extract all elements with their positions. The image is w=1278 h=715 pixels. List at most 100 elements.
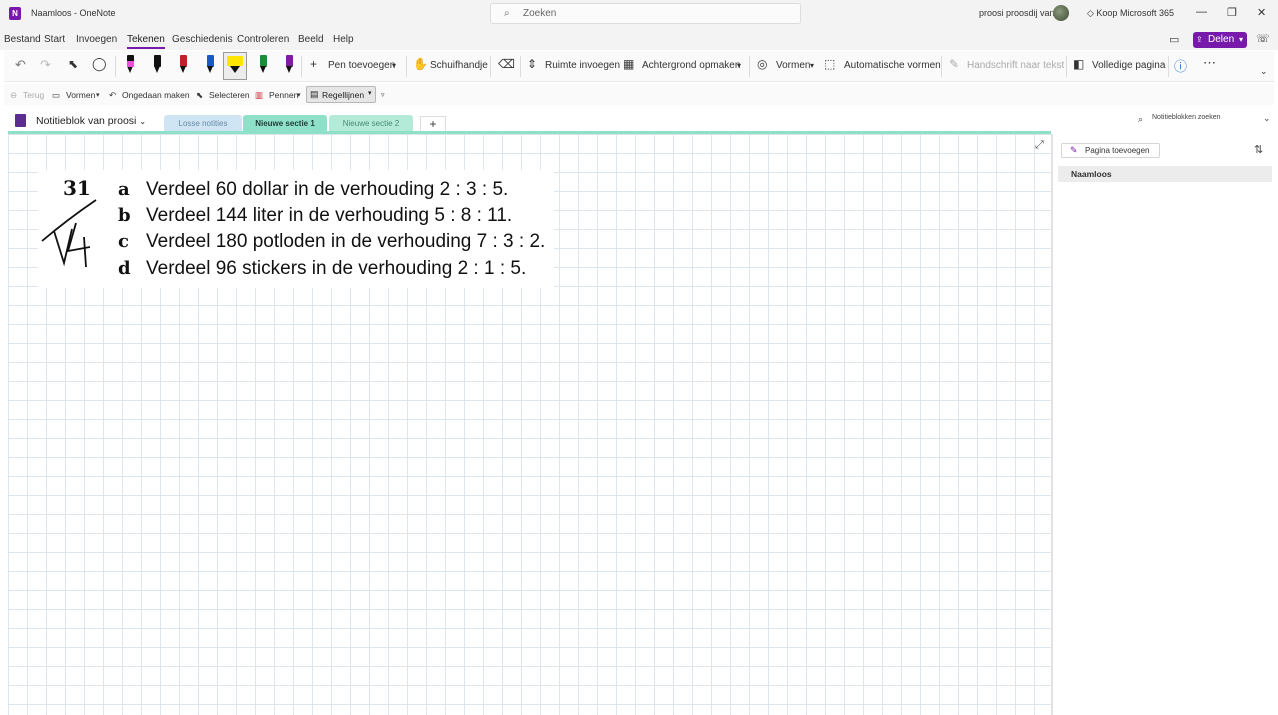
chevron-down-icon: ▾: [368, 90, 372, 97]
add-page-label: Pagina toevoegen: [1085, 146, 1150, 155]
undo-icon[interactable]: ↶: [15, 57, 26, 73]
add-pen-button[interactable]: Pen toevoegen: [328, 60, 395, 71]
section-tab-losse-notities[interactable]: Losse notities: [164, 115, 242, 132]
undo-button[interactable]: Ongedaan maken: [122, 90, 190, 100]
select-pointer-icon[interactable]: ⬉: [68, 57, 78, 71]
insert-space-button[interactable]: Ruimte invoegen: [545, 60, 620, 71]
divider: [520, 56, 521, 77]
pen-1[interactable]: [124, 55, 136, 75]
pen-4[interactable]: [204, 55, 216, 75]
close-icon[interactable]: ✕: [1257, 6, 1266, 19]
buy-microsoft-365-button[interactable]: ◇ Koop Microsoft 365: [1087, 8, 1174, 19]
exercise-letter: c: [118, 231, 129, 252]
rule-lines-label: Regellijnen: [322, 90, 365, 100]
full-page-icon: ◧: [1073, 57, 1085, 71]
buy-label: Koop Microsoft 365: [1096, 8, 1174, 18]
user-name[interactable]: proosi proosdij van: [979, 8, 1055, 18]
hand-button[interactable]: Schuifhandje: [430, 60, 488, 71]
shapes-button[interactable]: Vormen: [66, 90, 95, 100]
exercise-text: Verdeel 60 dollar in de verhouding 2 : 3…: [146, 179, 509, 200]
exercise-letter: d: [118, 258, 131, 279]
pens-icon: ▥: [255, 90, 264, 100]
background-icon: ▦: [623, 57, 635, 71]
chevron-down-icon[interactable]: ▾: [297, 91, 301, 99]
pen-5[interactable]: [223, 52, 247, 80]
exercise-letter: a: [118, 179, 130, 200]
share-label: Delen: [1208, 34, 1235, 45]
onenote-logo-icon: N: [9, 7, 21, 20]
notebook-selector[interactable]: Notitieblok van proosi ⌄: [36, 115, 146, 127]
tab-label: Nieuwe sectie 2: [342, 119, 400, 128]
exercise-text: Verdeel 180 potloden in de verhouding 7 …: [146, 231, 546, 252]
divider: [941, 56, 942, 77]
handwritten-ink[interactable]: [38, 195, 100, 273]
menu-controleren[interactable]: Controleren: [237, 34, 289, 45]
restore-icon[interactable]: ❐: [1227, 6, 1237, 19]
pen-7[interactable]: [283, 55, 295, 75]
back-button[interactable]: Terug: [23, 90, 44, 100]
notebook-search-input[interactable]: Notitieblokken zoeken: [1152, 114, 1221, 121]
plus-icon: +: [310, 57, 318, 71]
divider: [301, 56, 302, 77]
notebook-name: Notitieblok van proosi: [36, 115, 137, 127]
section-tab-nieuwe-sectie-2[interactable]: Nieuwe sectie 2: [329, 115, 413, 132]
more-options-icon[interactable]: ⋯: [1203, 55, 1216, 71]
undo-icon: ↶: [109, 90, 117, 100]
divider: [406, 56, 407, 77]
auto-shapes-icon: ⬚: [824, 57, 836, 71]
add-section-button[interactable]: +: [420, 116, 446, 132]
pen-3[interactable]: [177, 55, 189, 75]
customize-icon[interactable]: ▿: [381, 91, 385, 99]
chevron-down-icon[interactable]: ⌄: [1263, 113, 1271, 124]
auto-shapes-button[interactable]: Automatische vormen: [844, 60, 941, 71]
menu-help[interactable]: Help: [333, 34, 354, 45]
divider: [1066, 56, 1067, 77]
notebook-icon: [15, 114, 26, 127]
select-button[interactable]: Selecteren: [209, 90, 250, 100]
exercise-text: Verdeel 96 stickers in de verhouding 2 :…: [146, 258, 527, 279]
share-button[interactable]: Delen ⇪ ▾: [1193, 32, 1247, 48]
menu-bar: Bestand Start Invoegen Tekenen Geschiede…: [0, 28, 1278, 50]
chevron-down-icon[interactable]: ⌄: [1260, 66, 1268, 77]
chevron-down-icon[interactable]: ▾: [737, 61, 741, 70]
chevron-down-icon[interactable]: ▾: [392, 61, 396, 70]
feedback-icon[interactable]: ☏: [1256, 32, 1270, 45]
tab-label: Losse notities: [178, 119, 228, 128]
menu-beeld[interactable]: Beeld: [298, 34, 324, 45]
shapes-button[interactable]: Vormen: [776, 60, 810, 71]
pen-2[interactable]: [151, 55, 163, 75]
lasso-icon[interactable]: ◯: [92, 56, 107, 72]
add-page-button[interactable]: ✎ Pagina toevoegen: [1061, 143, 1160, 158]
full-page-button[interactable]: Volledige pagina: [1092, 60, 1165, 71]
eraser-icon[interactable]: ⌫: [498, 57, 515, 71]
search-box[interactable]: ⌕ Zoeken: [490, 3, 801, 24]
chevron-down-icon[interactable]: ▾: [810, 61, 814, 70]
pen-6[interactable]: [257, 55, 269, 75]
menu-tekenen[interactable]: Tekenen: [127, 34, 165, 49]
section-tab-nieuwe-sectie-1[interactable]: Nieuwe sectie 1: [243, 115, 327, 132]
redo-icon[interactable]: ↷: [40, 57, 51, 73]
notebook-icon[interactable]: ▭: [1169, 33, 1179, 46]
avatar[interactable]: [1053, 5, 1069, 21]
rule-lines-button[interactable]: ▤ Regellijnen ▾: [306, 86, 376, 103]
minimize-icon[interactable]: —: [1196, 6, 1207, 18]
help-icon[interactable]: ⓘ: [1174, 56, 1187, 75]
menu-geschiedenis[interactable]: Geschiedenis: [172, 34, 233, 45]
background-button[interactable]: Achtergrond opmaken: [642, 60, 740, 71]
page-list-item[interactable]: Naamloos: [1058, 166, 1272, 182]
search-placeholder: Zoeken: [523, 8, 557, 19]
pens-button[interactable]: Pennen: [269, 90, 298, 100]
expand-icon[interactable]: ⤢: [1035, 139, 1044, 152]
divider: [115, 56, 116, 77]
rule-lines-icon: ▤: [310, 89, 319, 99]
exercise-letter: b: [118, 205, 131, 226]
page-list-panel: [1051, 134, 1278, 715]
menu-bestand[interactable]: Bestand: [4, 34, 41, 45]
ink-to-text-button[interactable]: Handschrift naar tekst: [967, 60, 1064, 71]
menu-start[interactable]: Start: [44, 34, 65, 45]
menu-invoegen[interactable]: Invoegen: [76, 34, 117, 45]
search-icon: ⌕: [504, 8, 510, 19]
chevron-down-icon[interactable]: ▾: [96, 91, 100, 99]
insert-space-icon: ⇕: [527, 57, 538, 71]
sort-icon[interactable]: ⇅: [1254, 143, 1263, 156]
